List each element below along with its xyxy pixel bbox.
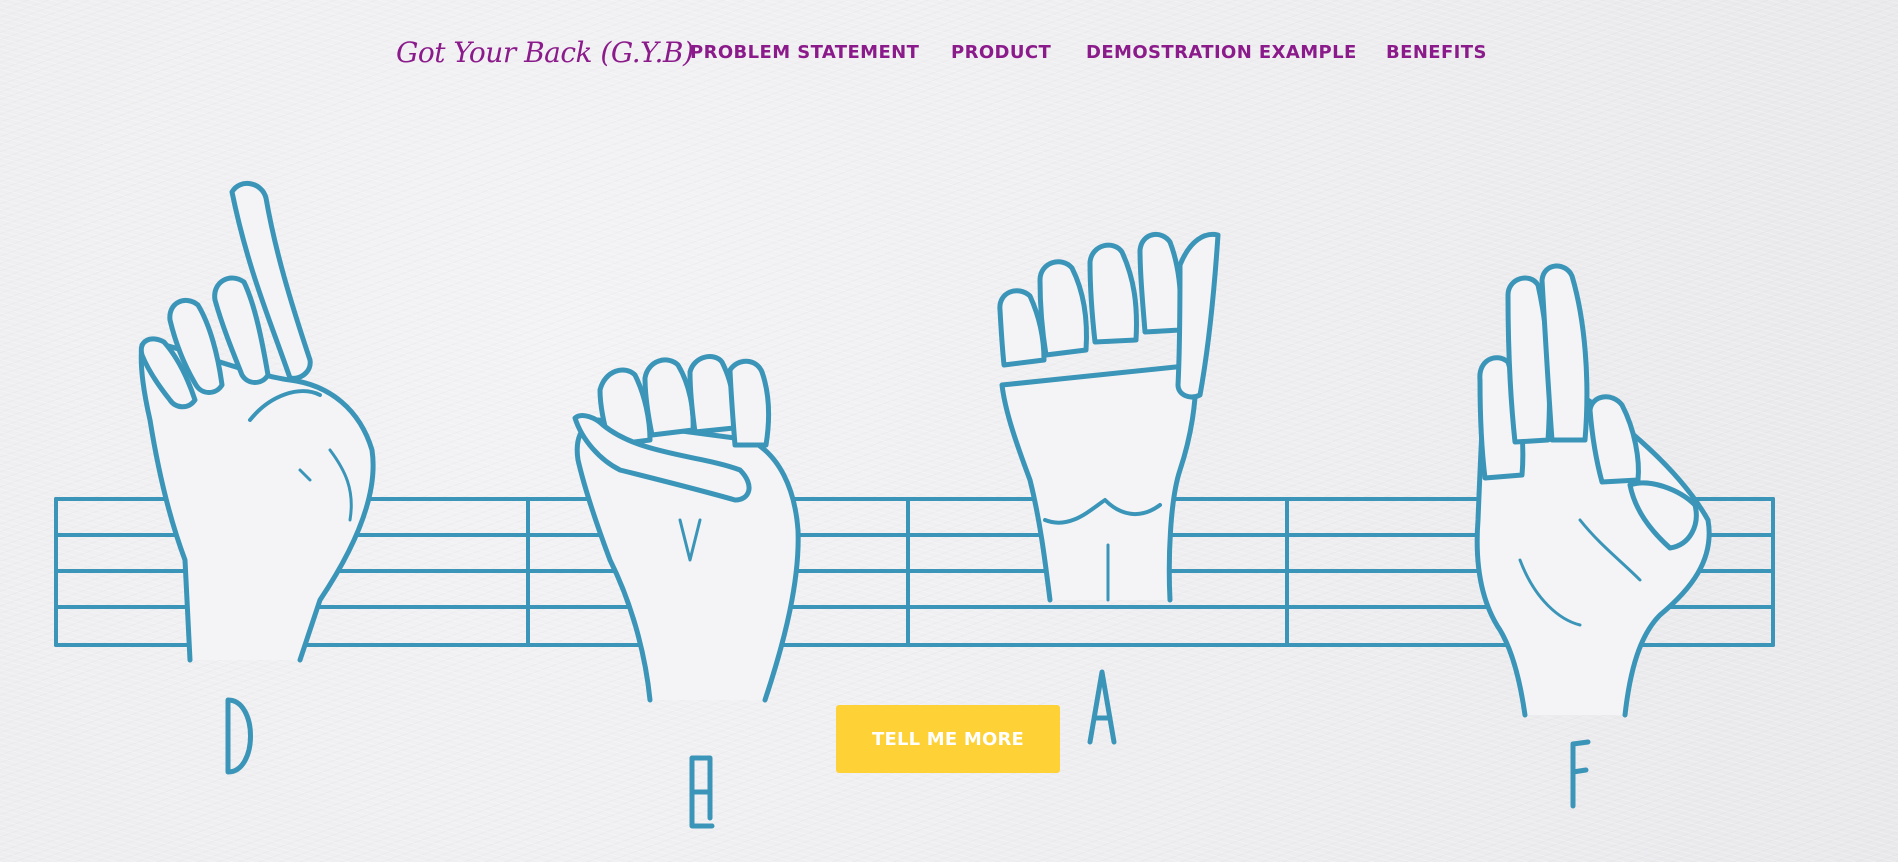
hand-sign-d-icon	[138, 181, 376, 663]
letter-f-glyph	[1570, 739, 1591, 809]
nav-link-benefits[interactable]: BENEFITS	[1386, 42, 1487, 63]
hand-sign-e-icon	[572, 354, 801, 703]
tell-me-more-button[interactable]: TELL ME MORE	[836, 705, 1060, 773]
nav-link-demonstration-example[interactable]: DEMOSTRATION EXAMPLE	[1086, 42, 1357, 63]
nav-link-product[interactable]: PRODUCT	[951, 42, 1051, 63]
nav-link-problem-statement[interactable]: PROBLEM STATEMENT	[690, 42, 919, 63]
letter-e-glyph	[689, 755, 715, 829]
letter-a-glyph	[1087, 669, 1117, 745]
letter-d-glyph	[225, 697, 253, 775]
hand-sign-a-icon	[997, 231, 1221, 603]
brand-logo-link[interactable]: Got Your Back (G.Y.B)	[396, 36, 694, 69]
navbar: Got Your Back (G.Y.B) PROBLEM STATEMENT …	[0, 0, 1898, 108]
hand-sign-f-icon	[1474, 263, 1712, 718]
